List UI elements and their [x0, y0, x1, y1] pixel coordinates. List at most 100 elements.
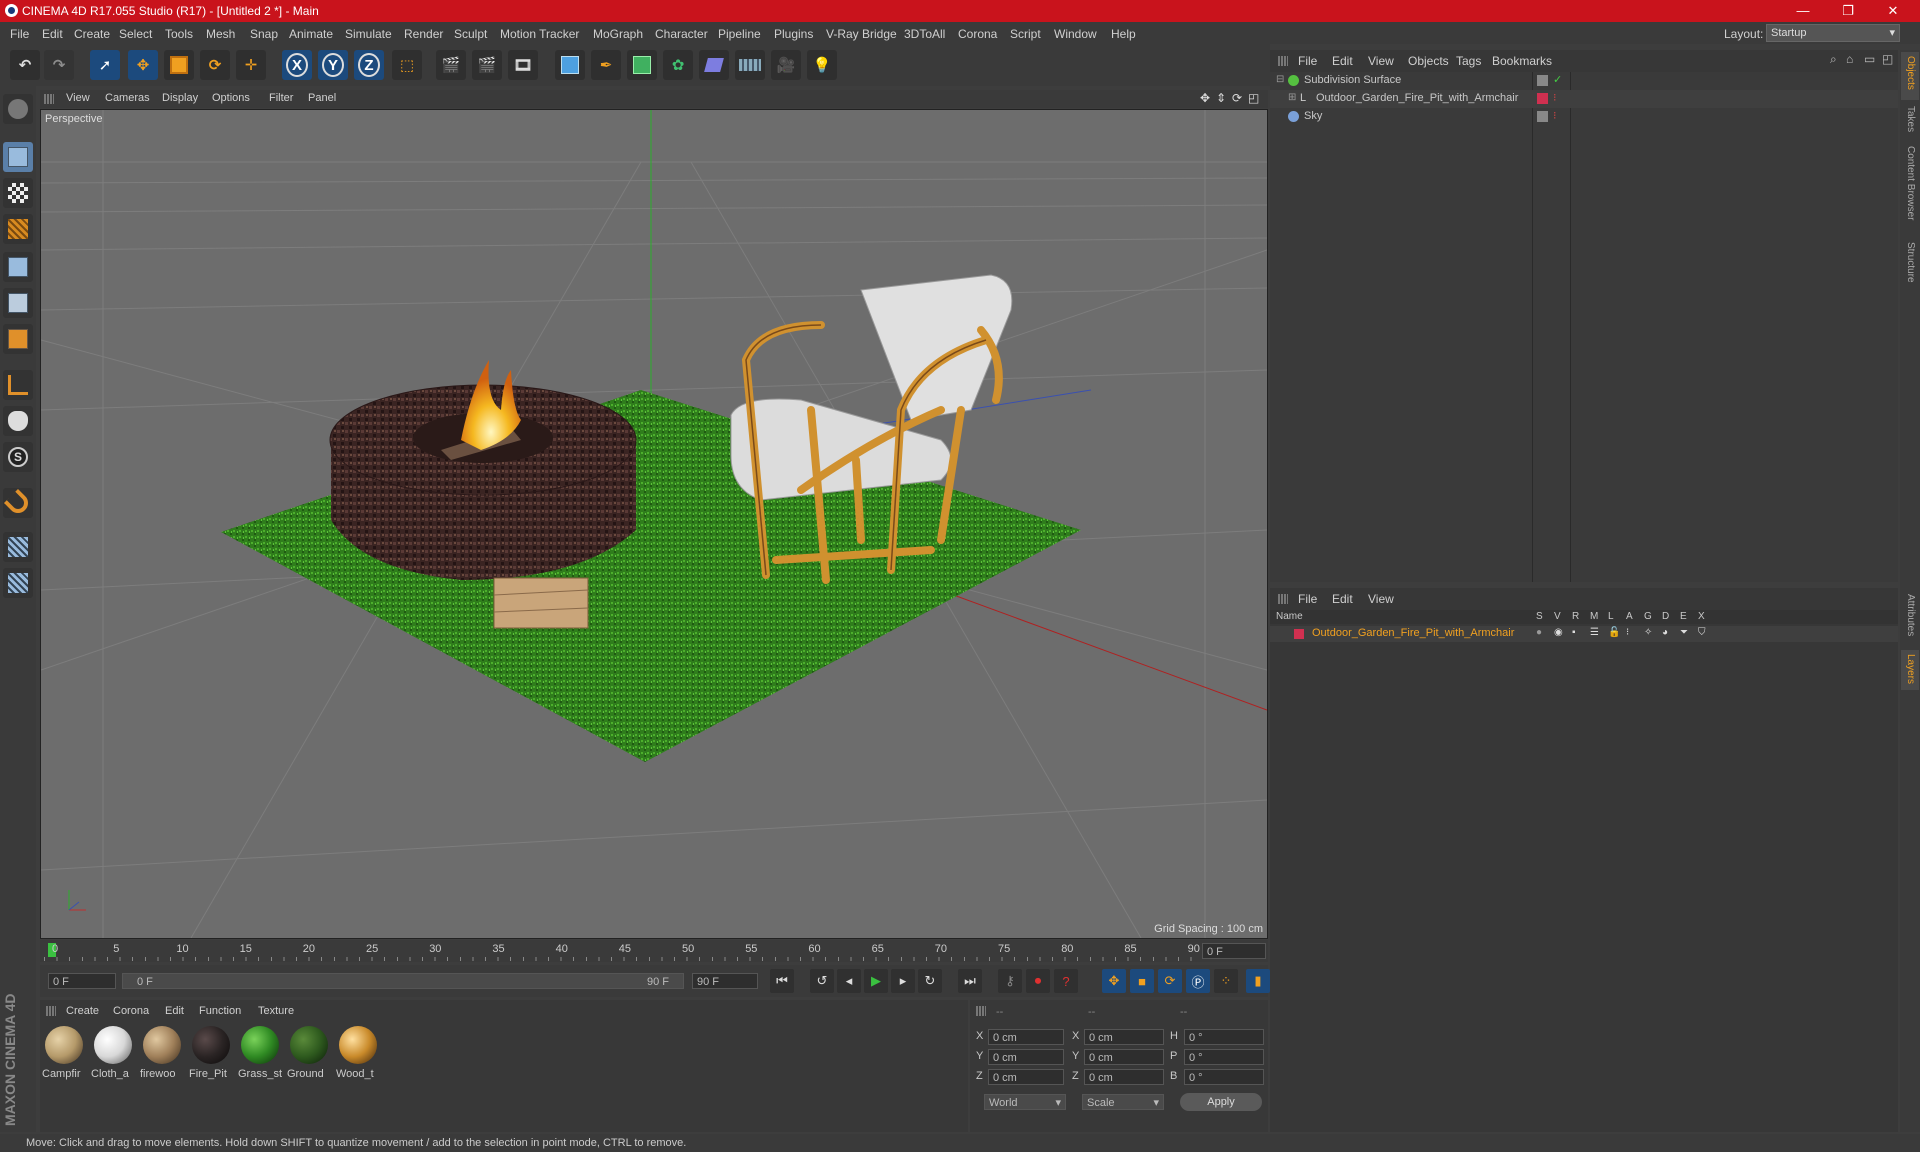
menu-tools[interactable]: Tools [165, 27, 193, 41]
tab-objects[interactable]: Objects [1905, 56, 1916, 90]
menu-motion-tracker[interactable]: Motion Tracker [500, 27, 579, 41]
vp-menu-cameras[interactable]: Cameras [105, 92, 150, 104]
camera-button[interactable]: 🎥 [771, 50, 801, 80]
search-icon[interactable]: ⌕ [1830, 52, 1837, 67]
pen-spline-button[interactable]: ✒ [591, 50, 621, 80]
timeline-ruler[interactable]: 0 5 10 15 20 25 30 35 40 45 50 55 60 65 70 75 80 85 90 0 F [40, 940, 1268, 962]
move-tool-button[interactable]: ✥ [128, 50, 158, 80]
light-button[interactable]: 💡 [807, 50, 837, 80]
rotate-tool-button[interactable]: ⟳ [200, 50, 230, 80]
cloner-button[interactable]: ✿ [663, 50, 693, 80]
new-view-icon[interactable]: ▭ [1864, 52, 1875, 66]
previous-frame-button[interactable]: ◂ [837, 969, 861, 993]
om-menu-tags[interactable]: Tags [1456, 54, 1481, 68]
redo-button[interactable]: ↷ [44, 50, 74, 80]
points-mode-button[interactable] [3, 252, 33, 282]
deformer-icon[interactable]: ◕ [1662, 627, 1668, 638]
maximize-icon[interactable]: ◰ [1882, 52, 1893, 66]
floor-button[interactable] [735, 50, 765, 80]
menu-3dtoall[interactable]: 3DToAll [904, 27, 945, 41]
material-swatch[interactable]: Wood_t [336, 1024, 380, 1084]
record-button[interactable]: ⏺ [1026, 969, 1050, 993]
timeline-window-button[interactable]: ▮ [1246, 969, 1270, 993]
rotation-h-field[interactable]: 0 ° [1184, 1029, 1264, 1045]
vp-menu-panel[interactable]: Panel [308, 92, 336, 104]
live-selection-button[interactable]: ➚ [90, 50, 120, 80]
deformer-button[interactable] [699, 50, 729, 80]
om-menu-bookmarks[interactable]: Bookmarks [1492, 54, 1552, 68]
vp-menu-display[interactable]: Display [162, 92, 198, 104]
mat-menu-function[interactable]: Function [199, 1005, 241, 1017]
object-row[interactable]: ⊞ L Outdoor_Garden_Fire_Pit_with_Armchai… [1270, 90, 1898, 108]
tweak-mode-button[interactable] [3, 406, 33, 436]
key-pla-button[interactable]: ⁘ [1214, 969, 1238, 993]
go-to-end-button[interactable]: ⏭ [958, 969, 982, 993]
render-icon[interactable]: ▪ [1572, 627, 1576, 638]
home-icon[interactable]: ⌂ [1846, 52, 1853, 66]
position-z-field[interactable]: 0 cm [988, 1069, 1064, 1085]
vp-menu-options[interactable]: Options [212, 92, 250, 104]
tab-structure[interactable]: Structure [1905, 242, 1916, 283]
layer-row[interactable]: Outdoor_Garden_Fire_Pit_with_Armchair ● … [1270, 626, 1898, 642]
menu-character[interactable]: Character [655, 27, 708, 41]
snap-button[interactable] [3, 488, 33, 518]
rotation-p-field[interactable]: 0 ° [1184, 1049, 1264, 1065]
size-z-field[interactable]: 0 cm [1084, 1069, 1164, 1085]
workplane-button[interactable] [3, 214, 33, 244]
material-swatch[interactable]: firewoo [140, 1024, 184, 1084]
scale-tool-button[interactable] [164, 50, 194, 80]
restore-button[interactable]: ❐ [1833, 2, 1863, 20]
y-axis-toggle[interactable]: Y [318, 50, 348, 80]
lm-menu-edit[interactable]: Edit [1332, 592, 1353, 606]
vp-nav-rotate-icon[interactable]: ⟳ [1232, 91, 1242, 105]
play-button[interactable]: ▶ [864, 969, 888, 993]
size-y-field[interactable]: 0 cm [1084, 1049, 1164, 1065]
coord-scale-select[interactable]: Scale ▾ [1082, 1094, 1164, 1110]
om-menu-file[interactable]: File [1298, 54, 1317, 68]
mat-menu-create[interactable]: Create [66, 1005, 99, 1017]
menu-file[interactable]: File [10, 27, 29, 41]
end-frame-field[interactable]: 90 F [692, 973, 758, 989]
material-swatch[interactable]: Cloth_a [91, 1024, 135, 1084]
size-x-field[interactable]: 0 cm [1084, 1029, 1164, 1045]
polygons-mode-button[interactable] [3, 324, 33, 354]
om-menu-view[interactable]: View [1368, 54, 1394, 68]
collapse-icon[interactable]: ⊟ [1276, 74, 1284, 85]
render-settings-button[interactable]: 🎞 [508, 50, 538, 80]
subdivision-surface-button[interactable] [627, 50, 657, 80]
position-y-field[interactable]: 0 cm [988, 1049, 1064, 1065]
om-menu-objects[interactable]: Objects [1408, 54, 1449, 68]
menu-sculpt[interactable]: Sculpt [454, 27, 487, 41]
layout-select[interactable]: Startup ▾ [1766, 24, 1900, 42]
expression-icon[interactable]: ⏷ [1680, 627, 1688, 638]
vp-nav-zoom-icon[interactable]: ⇕ [1216, 91, 1226, 105]
menu-pipeline[interactable]: Pipeline [718, 27, 761, 41]
mat-menu-corona[interactable]: Corona [113, 1005, 149, 1017]
tab-layers[interactable]: Layers [1905, 654, 1916, 684]
menu-script[interactable]: Script [1010, 27, 1041, 41]
frame-range-slider[interactable]: 0 F 90 F [122, 973, 684, 989]
mat-menu-edit[interactable]: Edit [165, 1005, 184, 1017]
next-key-button[interactable]: ↻ [918, 969, 942, 993]
previous-key-button[interactable]: ↺ [810, 969, 834, 993]
render-view-button[interactable]: 🎬 [436, 50, 466, 80]
menu-plugins[interactable]: Plugins [774, 27, 813, 41]
make-editable-button[interactable] [3, 94, 33, 124]
edges-mode-button[interactable] [3, 288, 33, 318]
lm-menu-view[interactable]: View [1368, 592, 1394, 606]
key-rotation-button[interactable]: ⟳ [1158, 969, 1182, 993]
om-menu-edit[interactable]: Edit [1332, 54, 1353, 68]
generator-icon[interactable]: ✧ [1644, 627, 1652, 638]
coordinate-system-button[interactable]: ⬚ [392, 50, 422, 80]
material-swatch[interactable]: Ground [287, 1024, 331, 1084]
planar-workplane-button[interactable] [3, 568, 33, 598]
render-picture-viewer-button[interactable]: 🎬 [472, 50, 502, 80]
vp-maximize-icon[interactable]: ◰ [1248, 91, 1259, 105]
coord-mode-select[interactable]: World ▾ [984, 1094, 1066, 1110]
tab-content-browser[interactable]: Content Browser [1905, 146, 1916, 220]
menu-corona[interactable]: Corona [958, 27, 997, 41]
menu-create[interactable]: Create [74, 27, 110, 41]
tab-attributes[interactable]: Attributes [1905, 594, 1916, 636]
eye-icon[interactable]: ◉ [1554, 627, 1563, 638]
solo-button[interactable]: S [3, 442, 33, 472]
